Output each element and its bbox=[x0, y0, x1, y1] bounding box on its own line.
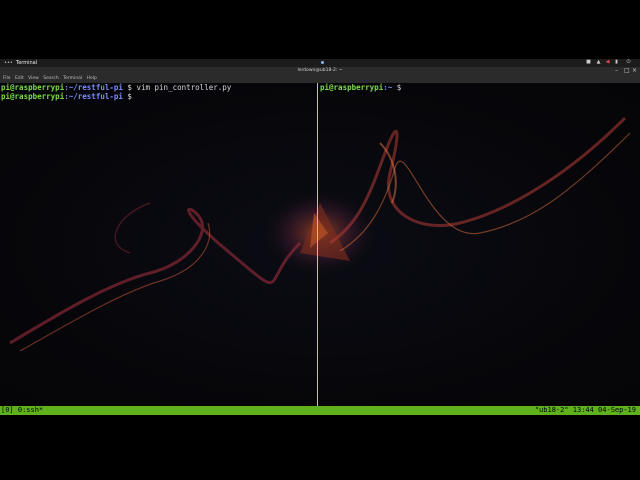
terminal-area[interactable]: pi@raspberrypi:~/restful-pi $ vim pin_co… bbox=[0, 83, 640, 406]
notification-dot-icon[interactable] bbox=[321, 61, 324, 64]
terminal-line: pi@raspberrypi:~/restful-pi $ vim pin_co… bbox=[1, 83, 231, 92]
battery-icon[interactable]: ▮ bbox=[614, 60, 619, 65]
prompt-path: :~/restful-pi bbox=[64, 92, 123, 101]
screen: ••• Terminal ■ ▲ ◀ ▮ ⏻ lerdown@ub18-2: ~… bbox=[0, 0, 640, 480]
top-panel: ••• Terminal ■ ▲ ◀ ▮ ⏻ bbox=[0, 59, 640, 67]
prompt-path: :~/restful-pi bbox=[64, 83, 123, 92]
menu-view[interactable]: View bbox=[28, 76, 39, 81]
command-text: $ bbox=[122, 92, 137, 101]
command-text: $ vim pin_controller.py bbox=[122, 83, 232, 92]
activities-button[interactable]: ••• bbox=[4, 59, 13, 67]
window-title: lerdown@ub18-2: ~ bbox=[297, 68, 343, 73]
command-text: $ bbox=[392, 83, 406, 92]
maximize-icon[interactable]: □ bbox=[624, 68, 630, 74]
pane-divider[interactable] bbox=[317, 83, 318, 406]
menu-file[interactable]: File bbox=[3, 76, 11, 81]
prompt-user: pi@raspberrypi bbox=[1, 92, 65, 101]
minimize-icon[interactable]: – bbox=[615, 68, 618, 74]
prompt-path: :~ bbox=[383, 83, 393, 92]
tmux-window-list[interactable]: [0] 0:ssh* bbox=[1, 406, 43, 415]
terminal-line: pi@raspberrypi:~/restful-pi $ bbox=[1, 92, 136, 101]
menu-edit[interactable]: Edit bbox=[15, 76, 24, 81]
app-menu[interactable]: Terminal bbox=[16, 59, 37, 67]
menu-bar: File Edit View Search Terminal Help bbox=[0, 75, 640, 83]
tmux-status-right: "ub18-2" 13:44 04-Sep-19 bbox=[534, 406, 636, 414]
menu-search[interactable]: Search bbox=[43, 76, 58, 81]
terminal-line: pi@raspberrypi:~ $ bbox=[320, 83, 406, 92]
wallpaper-art bbox=[9, 116, 631, 352]
menu-help[interactable]: Help bbox=[87, 76, 97, 81]
prompt-user: pi@raspberrypi bbox=[1, 83, 65, 92]
close-icon[interactable]: × bbox=[632, 68, 637, 74]
camera-icon[interactable]: ■ bbox=[586, 60, 591, 65]
prompt-user: pi@raspberrypi bbox=[320, 83, 384, 92]
tmux-status-bar: [0] 0:ssh* "ub18-2" 13:44 04-Sep-19 bbox=[0, 406, 640, 415]
window-title-bar[interactable]: lerdown@ub18-2: ~ – □ × bbox=[0, 67, 640, 75]
volume-icon[interactable]: ◀ bbox=[605, 60, 610, 65]
network-icon[interactable]: ▲ bbox=[596, 60, 601, 65]
power-icon[interactable]: ⏻ bbox=[626, 60, 631, 65]
menu-terminal[interactable]: Terminal bbox=[63, 76, 82, 81]
